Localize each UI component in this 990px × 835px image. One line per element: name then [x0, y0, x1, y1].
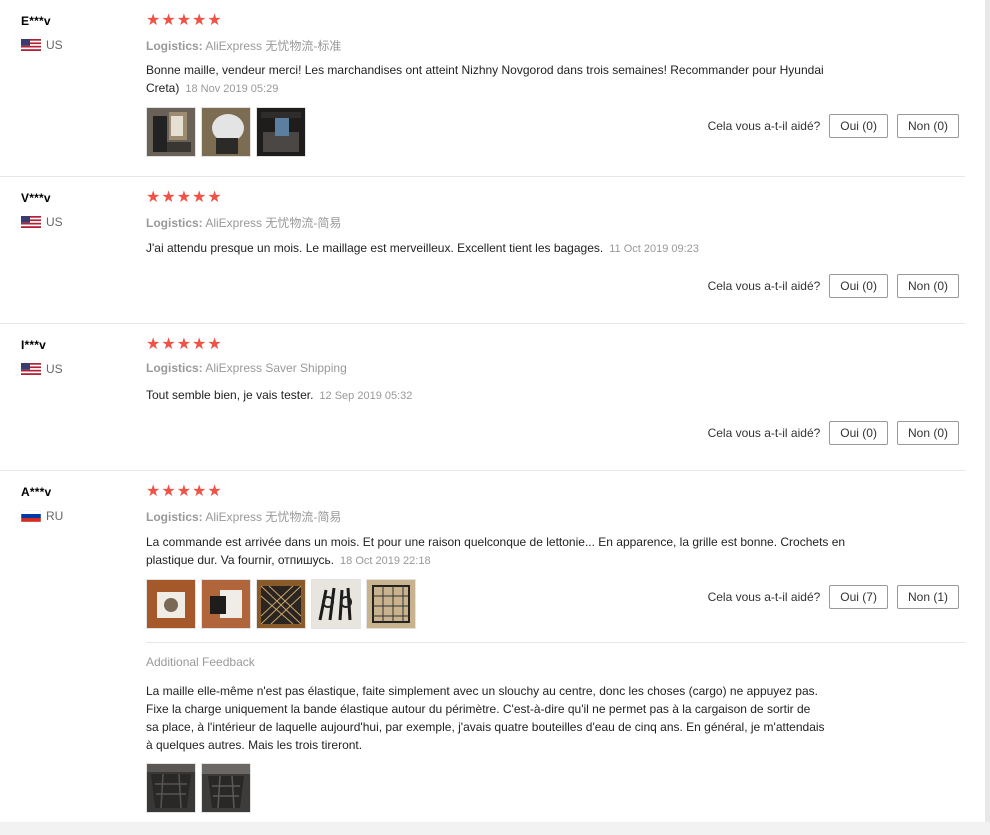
reviewer-name: A***v: [21, 485, 52, 499]
star-icon: ★: [192, 12, 207, 29]
review-item: E***v US ★ ★ ★ ★ ★ Logistics: AliExpress 无忧物…: [0, 0, 965, 177]
review-photo[interactable]: [146, 763, 196, 813]
helpful-question: Cela vous a-t-il aidé?: [707, 119, 821, 133]
country-code: US: [46, 362, 63, 376]
star-icon: ★: [146, 336, 161, 353]
review-item: I***v US ★ ★ ★ ★ ★ Logistics: AliExpress Sav…: [0, 324, 965, 471]
review-text: J'ai attendu presque un mois. Le maillag…: [146, 241, 699, 255]
star-icon: ★: [161, 336, 176, 353]
helpful-vote: Cela vous a-t-il aidé? Oui (0) Non (0): [708, 421, 959, 445]
review-photo[interactable]: [256, 107, 306, 157]
star-icon: ★: [161, 12, 176, 29]
country-code: RU: [46, 509, 64, 523]
divider: [146, 642, 965, 643]
star-icon: ★: [192, 189, 207, 206]
helpful-yes-button[interactable]: Oui (0): [829, 274, 888, 298]
reviewer-name: I***v: [21, 338, 47, 352]
logistics-info: Logistics: AliExpress 无忧物流-标准: [146, 39, 342, 53]
star-icon: ★: [146, 189, 161, 206]
review-text: Bonne maille, vendeur merci! Les marchan…: [146, 63, 824, 95]
review-item: A***v RU ★ ★ ★ ★ ★ Logistics: AliExpress 无忧物…: [0, 471, 965, 822]
star-icon: ★: [207, 336, 222, 353]
reviewer-name: E***v: [21, 14, 51, 28]
country-code: US: [46, 38, 63, 52]
review-text: La commande est arrivée dans un mois. Et…: [146, 535, 846, 567]
review-photo[interactable]: [146, 107, 196, 157]
review-photo[interactable]: [201, 579, 251, 629]
logistics-value: AliExpress 无忧物流-标准: [205, 39, 342, 53]
logistics-info: Logistics: AliExpress Saver Shipping: [146, 361, 347, 375]
us-flag-icon: [21, 39, 41, 51]
helpful-no-button[interactable]: Non (0): [896, 114, 959, 138]
reviewer-country: US: [21, 362, 63, 376]
review-photo[interactable]: [201, 763, 251, 813]
additional-photos: [146, 763, 251, 813]
helpful-no-button[interactable]: Non (0): [896, 274, 959, 298]
star-icon: ★: [176, 189, 192, 206]
star-icon: ★: [146, 483, 161, 500]
star-icon: ★: [207, 12, 222, 29]
review-photo[interactable]: [146, 579, 196, 629]
star-icon: ★: [207, 189, 222, 206]
review-photos: [146, 107, 306, 157]
helpful-yes-button[interactable]: Oui (0): [829, 114, 888, 138]
star-icon: ★: [192, 483, 207, 500]
star-icon: ★: [176, 483, 192, 500]
helpful-vote: Cela vous a-t-il aidé? Oui (0) Non (0): [708, 114, 959, 138]
star-icon: ★: [192, 336, 207, 353]
helpful-vote: Cela vous a-t-il aidé? Oui (0) Non (0): [708, 274, 959, 298]
scrollbar[interactable]: [985, 0, 990, 822]
reviewer-country: RU: [21, 509, 63, 523]
review-date: 18 Nov 2019 05:29: [185, 83, 279, 95]
review-photo[interactable]: [201, 107, 251, 157]
star-icon: ★: [176, 12, 192, 29]
logistics-info: Logistics: AliExpress 无忧物流-简易: [146, 510, 342, 524]
logistics-value: AliExpress 无忧物流-简易: [205, 510, 342, 524]
review-item: V***v US ★ ★ ★ ★ ★ Logistics: AliExpress 无忧物…: [0, 177, 965, 324]
helpful-vote: Cela vous a-t-il aidé? Oui (7) Non (1): [708, 585, 959, 609]
us-flag-icon: [21, 363, 41, 375]
helpful-yes-button[interactable]: Oui (0): [829, 421, 888, 445]
rating-stars: ★ ★ ★ ★ ★: [146, 337, 222, 353]
review-text: Tout semble bien, je vais tester. 12 Sep …: [146, 388, 413, 402]
additional-feedback-text: La maille elle-même n'est pas élastique,…: [146, 684, 825, 752]
reviewer-name: V***v: [21, 191, 51, 205]
ru-flag-icon: [21, 510, 41, 522]
review-date: 18 Oct 2019 22:18: [340, 555, 431, 567]
logistics-info: Logistics: AliExpress 无忧物流-简易: [146, 216, 342, 230]
helpful-question: Cela vous a-t-il aidé?: [707, 590, 821, 604]
star-icon: ★: [161, 189, 176, 206]
reviewer-country: US: [21, 38, 63, 52]
helpful-no-button[interactable]: Non (0): [896, 421, 959, 445]
additional-feedback-title: Additional Feedback: [146, 655, 255, 669]
helpful-question: Cela vous a-t-il aidé?: [707, 426, 821, 440]
rating-stars: ★ ★ ★ ★ ★: [146, 484, 222, 500]
helpful-question: Cela vous a-t-il aidé?: [707, 279, 821, 293]
review-photo[interactable]: [311, 579, 361, 629]
helpful-yes-button[interactable]: Oui (7): [829, 585, 888, 609]
reviews-panel: E***v US ★ ★ ★ ★ ★ Logistics: AliExpress 无忧物…: [0, 0, 985, 822]
star-icon: ★: [161, 483, 176, 500]
country-code: US: [46, 215, 63, 229]
rating-stars: ★ ★ ★ ★ ★: [146, 13, 222, 29]
reviewer-country: US: [21, 215, 63, 229]
review-photos: [146, 579, 416, 629]
review-photo[interactable]: [256, 579, 306, 629]
star-icon: ★: [146, 12, 161, 29]
review-date: 11 Oct 2019 09:23: [609, 243, 699, 255]
star-icon: ★: [207, 483, 222, 500]
logistics-value: AliExpress 无忧物流-简易: [205, 216, 342, 230]
logistics-value: AliExpress Saver Shipping: [205, 361, 347, 375]
helpful-no-button[interactable]: Non (1): [896, 585, 959, 609]
rating-stars: ★ ★ ★ ★ ★: [146, 190, 222, 206]
review-photo[interactable]: [366, 579, 416, 629]
review-date: 12 Sep 2019 05:32: [319, 390, 413, 402]
us-flag-icon: [21, 216, 41, 228]
star-icon: ★: [176, 336, 192, 353]
